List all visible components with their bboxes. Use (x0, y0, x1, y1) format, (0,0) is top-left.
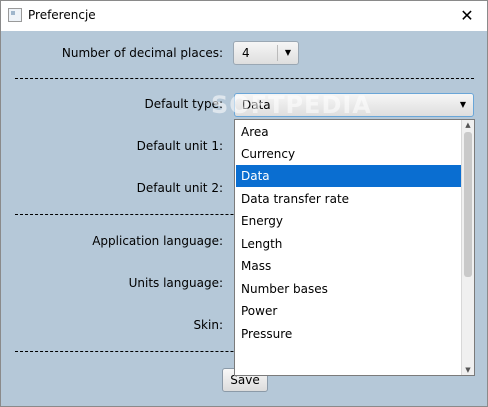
dropdown-option-pressure[interactable]: Pressure (236, 323, 462, 345)
dropdown-scrollbar[interactable]: ▲ ▼ (461, 120, 474, 375)
dropdown-option-power[interactable]: Power (236, 300, 462, 322)
default-type-select[interactable]: Data ▼ (234, 93, 474, 117)
chevron-down-icon: ▼ (459, 100, 467, 109)
app-icon (8, 8, 22, 22)
dropdown-option-mass[interactable]: Mass (236, 255, 462, 277)
skin-label: Skin: (193, 318, 223, 332)
default-unit-2-label: Default unit 2: (136, 181, 223, 195)
dropdown-option-area[interactable]: Area (236, 121, 462, 143)
preferences-window: Preferencje ✕ Number of decimal places: … (0, 0, 488, 407)
units-language-label: Units language: (128, 276, 223, 290)
separator-1 (15, 78, 474, 79)
dropdown-option-energy[interactable]: Energy (236, 210, 462, 232)
decimal-places-value: 4 (242, 46, 250, 60)
dropdown-option-number-bases[interactable]: Number bases (236, 278, 462, 300)
dropdown-option-data-transfer-rate[interactable]: Data transfer rate (236, 188, 462, 210)
window-title: Preferencje (28, 8, 96, 22)
scroll-down-icon[interactable]: ▼ (462, 365, 474, 375)
dropdown-option-currency[interactable]: Currency (236, 143, 462, 165)
preferences-content: Number of decimal places: 4 ▼ Default ty… (1, 31, 487, 406)
application-language-label: Application language: (92, 234, 223, 248)
decimal-places-select[interactable]: 4 ▼ (233, 41, 299, 65)
scroll-up-icon[interactable]: ▲ (462, 120, 474, 130)
scrollbar-thumb[interactable] (464, 132, 472, 277)
default-unit-1-label: Default unit 1: (136, 139, 223, 153)
default-type-label: Default type: (144, 97, 223, 111)
close-icon[interactable]: ✕ (447, 1, 487, 31)
title-bar: Preferencje ✕ (1, 1, 487, 31)
dropdown-option-length[interactable]: Length (236, 233, 462, 255)
decimal-places-label: Number of decimal places: (61, 46, 223, 60)
dropdown-option-data[interactable]: Data (236, 165, 462, 187)
chevron-down-icon: ▼ (277, 45, 298, 61)
default-type-dropdown-list: Area Currency Data Data transfer rate En… (234, 119, 475, 376)
default-type-value: Data (242, 98, 271, 112)
